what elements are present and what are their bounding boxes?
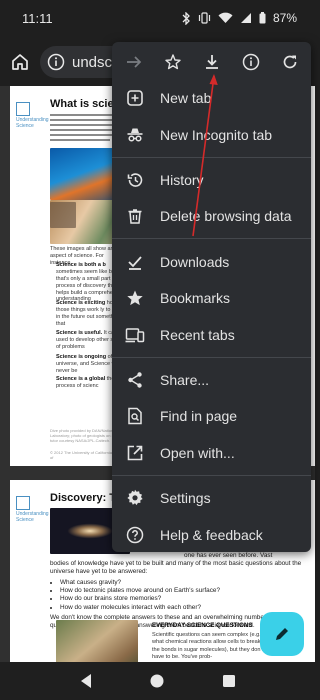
students-photo	[56, 620, 138, 662]
menu-item-recent-tabs[interactable]: Recent tabs	[112, 317, 311, 353]
everyday-questions-title: EVERYDAY SCIENCE QUESTIONS	[152, 622, 253, 629]
home-icon	[12, 54, 28, 70]
back-button[interactable]	[74, 669, 98, 693]
wifi-icon	[218, 12, 233, 23]
menu-item-open-with[interactable]: Open with...	[112, 435, 311, 471]
pencil-icon	[276, 628, 288, 640]
understanding-science-logo: Understanding Science	[16, 102, 49, 129]
status-bar: 11:11 87%	[0, 0, 315, 36]
history-icon	[125, 170, 145, 190]
menu-item-downloads[interactable]: Downloads	[112, 244, 311, 280]
vibrate-icon	[198, 12, 211, 24]
menu-divider	[112, 357, 311, 358]
star-outline-icon	[164, 54, 181, 70]
battery-percent: 87%	[272, 11, 297, 25]
download-button[interactable]	[195, 45, 229, 79]
reload-button[interactable]	[273, 45, 307, 79]
edit-fab[interactable]	[260, 612, 304, 656]
trash-icon	[125, 206, 145, 226]
back-triangle-icon	[80, 674, 91, 688]
menu-item-new-incognito-tab[interactable]: New Incognito tab	[112, 117, 311, 153]
menu-divider	[112, 157, 311, 158]
status-icons: 87%	[181, 11, 297, 25]
question-item: How do tectonic plates move around on Ea…	[60, 587, 312, 595]
menu-item-history[interactable]: History	[112, 162, 311, 198]
home-circle-icon	[150, 674, 164, 688]
recent-tabs-icon	[125, 325, 145, 345]
download-icon	[205, 55, 218, 69]
menu-item-find-in-page[interactable]: Find in page	[112, 398, 311, 434]
question-item: How do water molecules interact with eac…	[60, 604, 312, 612]
home-nav-button[interactable]	[145, 669, 169, 693]
menu-item-delete-browsing-data[interactable]: Delete browsing data	[112, 198, 311, 234]
star-icon	[125, 288, 145, 308]
status-time: 11:11	[22, 10, 53, 26]
menu-divider	[112, 475, 311, 476]
recents-button[interactable]	[217, 669, 241, 693]
battery-icon	[259, 12, 266, 24]
everyday-questions-text: Scientific questions can seem complex (e…	[152, 632, 264, 660]
help-icon	[125, 525, 145, 545]
page-info-button[interactable]	[234, 45, 268, 79]
menu-item-new-tab[interactable]: New tab	[112, 80, 311, 116]
find-in-page-icon	[125, 406, 145, 426]
signal-icon	[240, 13, 251, 23]
share-icon	[125, 370, 145, 390]
gear-icon	[125, 488, 145, 508]
bookmark-button[interactable]	[156, 45, 190, 79]
menu-divider	[112, 238, 311, 239]
recents-square-icon	[223, 675, 236, 687]
chrome-overflow-menu: New tab New Incognito tab History Delete…	[112, 42, 311, 552]
incognito-icon	[125, 125, 145, 145]
site-info-icon[interactable]	[46, 52, 66, 72]
question-item: How do our brains store memories?	[60, 595, 312, 603]
forward-arrow-icon	[126, 56, 141, 68]
open-with-icon	[125, 443, 145, 463]
bluetooth-icon	[182, 11, 190, 25]
menu-item-bookmarks[interactable]: Bookmarks	[112, 280, 311, 316]
question-item: What causes gravity?	[60, 579, 312, 587]
downloads-icon	[125, 252, 145, 272]
menu-item-share[interactable]: Share...	[112, 362, 311, 398]
microscope-photo	[50, 202, 76, 228]
system-navigation-bar	[0, 662, 315, 700]
info-icon	[242, 53, 259, 71]
understanding-science-logo-2: Understanding Science	[16, 496, 49, 523]
menu-item-settings[interactable]: Settings	[112, 480, 311, 516]
reload-icon	[283, 55, 296, 69]
menu-item-help-feedback[interactable]: Help & feedback	[112, 517, 311, 553]
menu-action-bar	[112, 42, 311, 82]
home-button[interactable]	[2, 44, 38, 80]
new-tab-icon	[125, 88, 145, 108]
forward-button[interactable]	[117, 45, 151, 79]
